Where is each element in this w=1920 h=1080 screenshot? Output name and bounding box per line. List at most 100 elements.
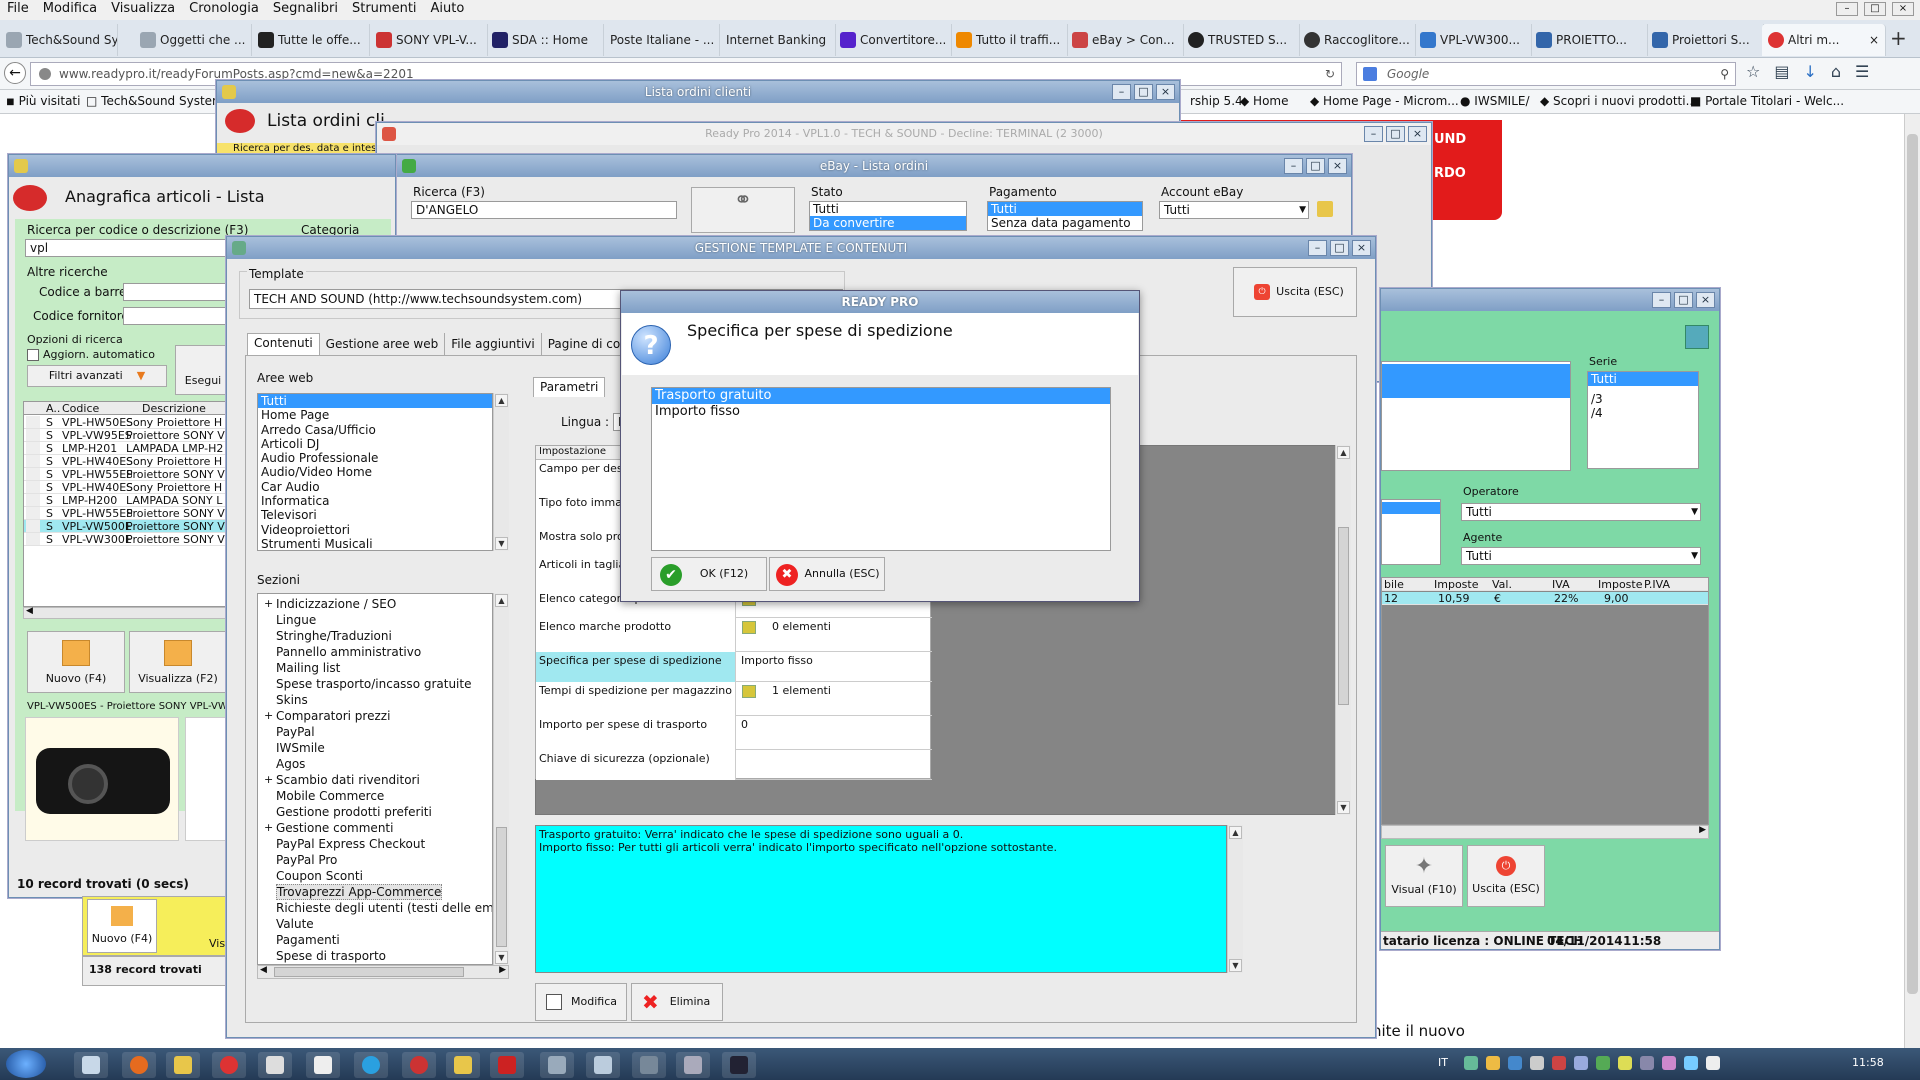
agente-select[interactable]: Tutti ▼ bbox=[1461, 547, 1701, 565]
visual-button[interactable]: ✦ Visual (F10) bbox=[1385, 845, 1463, 907]
back-icon[interactable]: ← bbox=[4, 62, 26, 84]
close-icon[interactable]: × bbox=[1156, 84, 1175, 100]
menu-icon[interactable]: ☰ bbox=[1855, 62, 1869, 81]
sezione-item[interactable]: IWSmile bbox=[258, 740, 492, 756]
download-icon[interactable]: ↓ bbox=[1803, 62, 1816, 81]
taskbar-app[interactable] bbox=[212, 1052, 246, 1078]
scroll-up-icon[interactable]: ▲ bbox=[1229, 826, 1242, 839]
row-selector[interactable] bbox=[26, 442, 40, 454]
minimize-icon[interactable]: – bbox=[1308, 240, 1327, 256]
tray-icon[interactable] bbox=[1530, 1056, 1544, 1070]
bookmark-item[interactable]: ■ Portale Titolari - Welc... bbox=[1690, 94, 1844, 108]
sezione-item[interactable]: Coupon Sconti bbox=[258, 868, 492, 884]
tray-icon[interactable] bbox=[1552, 1056, 1566, 1070]
browser-tab[interactable]: Oggetti che ... bbox=[134, 24, 252, 56]
ok-button[interactable]: ✔ OK (F12) bbox=[651, 557, 767, 591]
list-item[interactable]: /3 bbox=[1588, 392, 1698, 406]
bookmark-item[interactable]: ◆ Home Page - Microm... bbox=[1310, 94, 1459, 108]
browser-tab[interactable]: Proiettori S... bbox=[1646, 24, 1764, 56]
scroll-up-icon[interactable]: ▲ bbox=[495, 594, 508, 607]
menu-file[interactable]: File bbox=[0, 0, 36, 17]
scroll-thumb[interactable] bbox=[496, 827, 507, 947]
aree-web-item[interactable]: Audio Professionale bbox=[258, 451, 492, 465]
scroll-left-icon[interactable]: ◀ bbox=[26, 606, 33, 616]
taskbar-app[interactable] bbox=[490, 1052, 524, 1078]
search-button[interactable]: ⚭ bbox=[691, 187, 795, 233]
list-edit-icon[interactable] bbox=[742, 685, 756, 698]
taskbar-app[interactable] bbox=[258, 1052, 292, 1078]
aree-web-item[interactable]: Videoproiettori bbox=[258, 523, 492, 537]
aree-web-item[interactable]: Car Audio bbox=[258, 480, 492, 494]
volume-icon[interactable] bbox=[1706, 1056, 1720, 1070]
sezione-item[interactable]: + Comparatori prezzi bbox=[258, 708, 492, 724]
table-row[interactable]: S LMP-H200 LAMPADA SONY L bbox=[24, 494, 236, 507]
browser-tab[interactable]: Tech&Sound Sy... bbox=[0, 24, 118, 56]
sezione-item[interactable]: PayPal Pro bbox=[258, 852, 492, 868]
language-indicator[interactable]: IT bbox=[1438, 1056, 1448, 1069]
minimize-icon[interactable]: – bbox=[1836, 2, 1858, 16]
maximize-icon[interactable]: □ bbox=[1134, 84, 1153, 100]
taskbar-app[interactable] bbox=[722, 1052, 756, 1078]
taskbar-app[interactable] bbox=[354, 1052, 388, 1078]
ricerca-input[interactable]: D'ANGELO bbox=[411, 201, 677, 219]
minimize-icon[interactable]: – bbox=[1112, 84, 1131, 100]
sezione-item[interactable]: PayPal bbox=[258, 724, 492, 740]
row-selector[interactable] bbox=[26, 533, 40, 545]
taskbar-app[interactable] bbox=[306, 1052, 340, 1078]
aree-web-item[interactable]: Articoli DJ bbox=[258, 437, 492, 451]
taskbar-app[interactable] bbox=[446, 1052, 480, 1078]
bookmark-star-icon[interactable]: ☆ bbox=[1746, 62, 1760, 81]
scroll-right-icon[interactable]: ▶ bbox=[1699, 825, 1706, 835]
bookmark-item[interactable]: ● IWSMILE/ bbox=[1460, 94, 1530, 108]
list-item[interactable]: /4 bbox=[1588, 406, 1698, 420]
small-list[interactable] bbox=[1381, 499, 1441, 565]
close-icon[interactable]: × bbox=[1352, 240, 1371, 256]
network-icon[interactable] bbox=[1684, 1056, 1698, 1070]
pagamento-list[interactable]: Tutti Senza data pagamento bbox=[987, 201, 1143, 231]
aree-scrollbar[interactable]: ▲ ▼ bbox=[493, 393, 509, 551]
scroll-up-icon[interactable]: ▲ bbox=[495, 394, 508, 407]
expand-icon[interactable]: + bbox=[264, 596, 273, 612]
column-header[interactable]: IVA bbox=[1552, 578, 1570, 591]
browser-tab[interactable]: Convertitore... bbox=[834, 24, 952, 56]
column-header[interactable]: Val. bbox=[1492, 578, 1512, 591]
left-list[interactable] bbox=[1381, 361, 1571, 471]
table-row[interactable]: S VPL-VW95ES Proiettore SONY V bbox=[24, 429, 236, 442]
aree-web-item[interactable]: Home Page bbox=[258, 408, 492, 422]
sezione-item[interactable]: Trovaprezzi App-Commerce bbox=[258, 884, 492, 900]
row-selector[interactable] bbox=[26, 520, 40, 532]
sezione-item[interactable]: Pagamenti bbox=[258, 932, 492, 948]
bookmark-item[interactable]: ◆ Home bbox=[1240, 94, 1288, 108]
param-row[interactable]: Elenco marche prodotto 0 elementi bbox=[536, 618, 932, 652]
option-trasporto-gratuito[interactable]: Trasporto gratuito bbox=[652, 388, 1110, 404]
browser-tab[interactable]: Internet Banking bbox=[718, 24, 836, 56]
bookmark-item[interactable]: □ Tech&Sound System bbox=[86, 94, 224, 108]
taskbar-app[interactable] bbox=[586, 1052, 620, 1078]
reload-icon[interactable]: ↻ bbox=[1325, 63, 1335, 85]
browser-tab[interactable]: PROIETTO... bbox=[1530, 24, 1648, 56]
row-selector[interactable] bbox=[26, 455, 40, 467]
row-selector[interactable] bbox=[26, 468, 40, 480]
param-value[interactable]: 0 elementi bbox=[738, 618, 930, 652]
menu-aiuto[interactable]: Aiuto bbox=[424, 0, 472, 17]
scroll-down-icon[interactable]: ▼ bbox=[1229, 959, 1242, 972]
param-value[interactable]: 0 bbox=[738, 716, 930, 750]
table-row[interactable]: 12 10,59 € 22% 9,00 bbox=[1382, 592, 1708, 605]
taskbar-app[interactable] bbox=[402, 1052, 436, 1078]
start-button-icon[interactable] bbox=[6, 1050, 46, 1078]
folder-icon[interactable] bbox=[1317, 201, 1333, 217]
fornitore-input[interactable] bbox=[123, 307, 243, 325]
uscita-button[interactable]: ⏻ Uscita (ESC) bbox=[1467, 845, 1545, 907]
param-value[interactable]: Importo fisso bbox=[738, 652, 930, 682]
menu-visualizza[interactable]: Visualizza bbox=[104, 0, 182, 17]
browser-tab[interactable]: SDA :: Home bbox=[486, 24, 604, 56]
table-row[interactable]: S VPL-HW55ES Proiettore SONY V bbox=[24, 468, 236, 481]
maximize-icon[interactable]: □ bbox=[1330, 240, 1349, 256]
operatore-select[interactable]: Tutti ▼ bbox=[1461, 503, 1701, 521]
sezione-item[interactable]: Lingue bbox=[258, 612, 492, 628]
serie-list[interactable]: Tutti /3 /4 bbox=[1587, 371, 1699, 469]
menu-segnalibri[interactable]: Segnalibri bbox=[266, 0, 345, 17]
horizontal-scrollbar[interactable]: ◀ bbox=[23, 606, 237, 619]
tray-icon[interactable] bbox=[1486, 1056, 1500, 1070]
tray-icon[interactable] bbox=[1508, 1056, 1522, 1070]
